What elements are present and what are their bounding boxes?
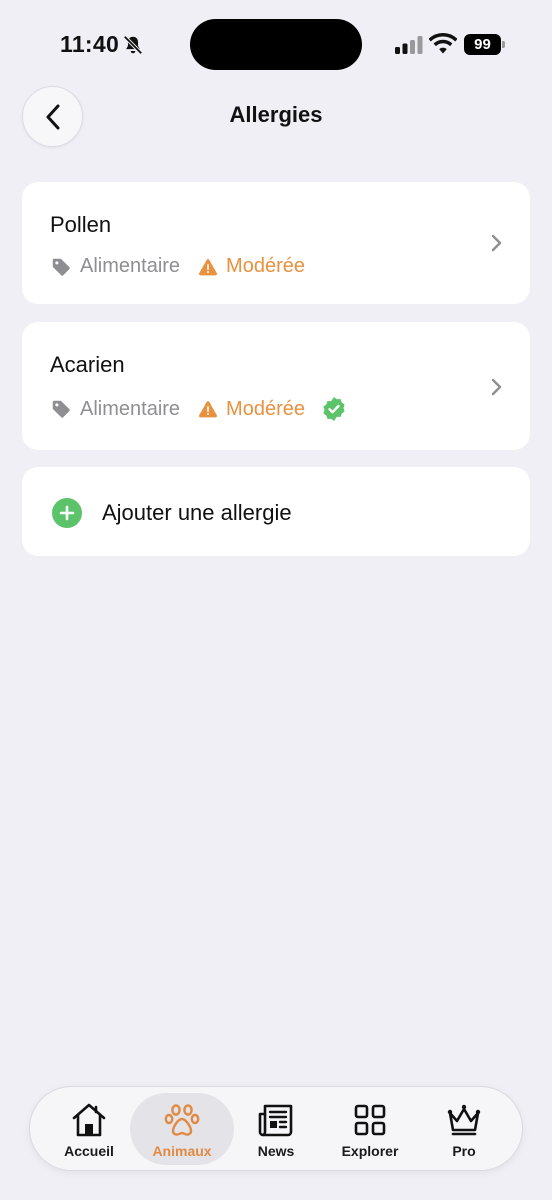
allergy-type: Alimentaire [80,397,181,420]
allergy-severity: Modérée [226,255,305,277]
signal-icon [395,36,423,54]
tab-animaux[interactable]: Animaux [135,1087,229,1172]
status-bar: 11:40 99 [0,0,552,90]
add-allergy-label: Ajouter une allergie [102,500,292,525]
crown-icon [447,1104,481,1136]
tab-bar: Accueil Animaux News Explorer Pro [29,1086,523,1171]
battery-cap [502,41,505,48]
tab-label: Explorer [341,1143,399,1159]
allergy-name: Pollen [50,212,112,237]
tab-news[interactable]: News [229,1087,323,1172]
page-title: Allergies [229,102,323,127]
allergy-type: Alimentaire [80,255,181,277]
grid-icon [354,1104,386,1136]
tab-label: Accueil [64,1143,114,1159]
warning-icon [199,401,218,418]
tab-pro[interactable]: Pro [417,1087,511,1172]
battery-indicator: 99 [464,34,506,56]
wifi-icon [429,33,457,54]
allergy-meta: Alimentaire Modérée [50,396,347,422]
allergy-card-pollen[interactable]: Pollen Alimentaire Modérée [22,182,530,304]
paw-icon [164,1104,200,1136]
verified-badge-icon [323,397,345,421]
bell-muted-icon [123,35,143,55]
home-icon [72,1103,106,1137]
tab-accueil[interactable]: Accueil [42,1087,136,1172]
chevron-right-icon [491,234,502,252]
chevron-right-icon [491,378,502,396]
tab-explorer[interactable]: Explorer [323,1087,417,1172]
dynamic-island [190,19,362,70]
tab-label: News [257,1143,295,1159]
tag-icon [52,258,70,276]
tab-label: Animaux [152,1143,212,1159]
add-allergy-button[interactable]: Ajouter une allergie [22,467,530,556]
allergy-name: Acarien [50,352,125,377]
newspaper-icon [258,1104,293,1137]
warning-icon [199,258,218,275]
battery-level: 99 [464,34,501,55]
status-time: 11:40 [60,31,120,57]
tag-icon [52,400,70,418]
allergy-meta: Alimentaire Modérée [50,255,305,278]
plus-circle-icon [52,498,82,528]
tab-label: Pro [452,1143,476,1159]
allergy-card-acarien[interactable]: Acarien Alimentaire Modérée [22,322,530,450]
allergy-severity: Modérée [226,397,305,420]
